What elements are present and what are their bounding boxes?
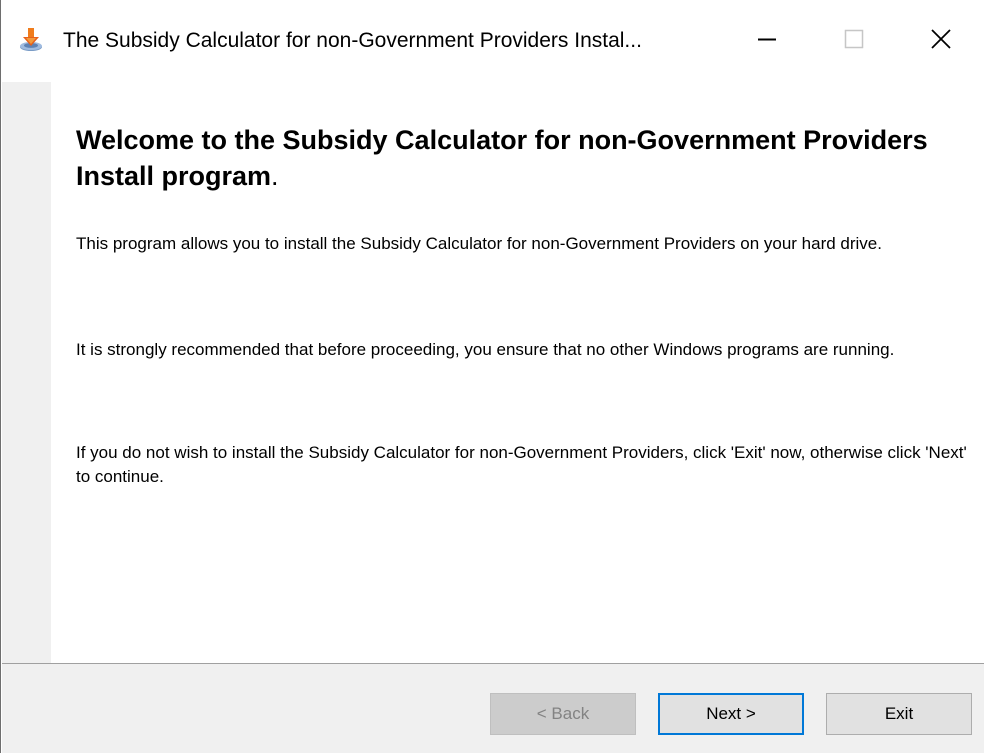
side-strip	[2, 82, 51, 663]
title-bar[interactable]: The Subsidy Calculator for non-Governmen…	[1, 0, 984, 82]
maximize-icon	[844, 29, 864, 54]
welcome-heading-text: Welcome to the Subsidy Calculator for no…	[76, 125, 928, 191]
welcome-panel: Welcome to the Subsidy Calculator for no…	[2, 82, 984, 663]
installer-window: The Subsidy Calculator for non-Governmen…	[0, 0, 984, 753]
instruction-paragraph: If you do not wish to install the Subsid…	[76, 443, 967, 486]
back-button[interactable]: < Back	[490, 693, 636, 735]
next-button[interactable]: Next >	[658, 693, 804, 735]
installer-download-icon	[17, 26, 45, 54]
maximize-button[interactable]	[819, 14, 889, 68]
welcome-heading-period: .	[271, 161, 279, 191]
close-icon	[930, 28, 952, 55]
recommendation-paragraph: It is strongly recommended that before p…	[76, 340, 895, 359]
minimize-icon	[757, 29, 777, 54]
minimize-button[interactable]	[732, 14, 802, 68]
description-paragraph: This program allows you to install the S…	[76, 234, 882, 253]
exit-button[interactable]: Exit	[826, 693, 972, 735]
close-button[interactable]	[906, 14, 976, 68]
welcome-heading: Welcome to the Subsidy Calculator for no…	[76, 122, 966, 194]
button-bar: < Back Next > Exit	[2, 664, 984, 753]
window-title: The Subsidy Calculator for non-Governmen…	[63, 29, 642, 52]
